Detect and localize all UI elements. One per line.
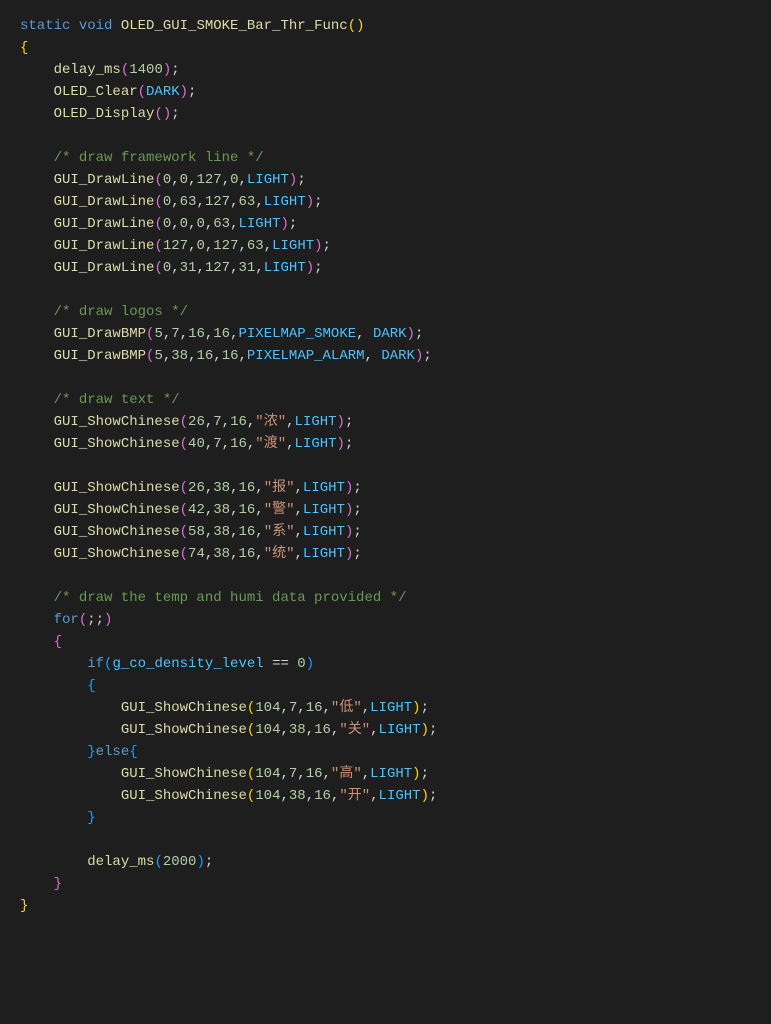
const-light: LIGHT [247, 172, 289, 188]
call-drawbmp: GUI_DrawBMP [54, 326, 146, 342]
call-showchinese: GUI_ShowChinese [121, 788, 247, 804]
literal-zero: 0 [297, 656, 305, 672]
code-block: static void OLED_GUI_SMOKE_Bar_Thr_Func(… [20, 15, 751, 917]
call-showchinese: GUI_ShowChinese [121, 766, 247, 782]
call-showchinese: GUI_ShowChinese [54, 524, 180, 540]
const-pixelmap-alarm: PIXELMAP_ALARM [247, 348, 365, 364]
call-showchinese: GUI_ShowChinese [54, 546, 180, 562]
const-pixelmap-smoke: PIXELMAP_SMOKE [239, 326, 357, 342]
call-showchinese: GUI_ShowChinese [54, 502, 180, 518]
call-delay-ms: delay_ms [54, 62, 121, 78]
string-literal: "开" [339, 788, 370, 804]
keyword-if: if [87, 656, 104, 672]
call-showchinese: GUI_ShowChinese [121, 722, 247, 738]
call-delay-ms: delay_ms [87, 854, 154, 870]
function-name: OLED_GUI_SMOKE_Bar_Thr_Func [121, 18, 348, 34]
args: 0 [163, 172, 171, 188]
const-dark: DARK [146, 84, 180, 100]
variable: g_co_density_level [112, 656, 263, 672]
literal: 1400 [129, 62, 163, 78]
call-showchinese: GUI_ShowChinese [54, 436, 180, 452]
call-showchinese: GUI_ShowChinese [54, 480, 180, 496]
call-drawline: GUI_DrawLine [54, 216, 155, 232]
string-literal: "浓" [255, 414, 286, 430]
string-literal: "报" [264, 480, 295, 496]
keyword-for: for [54, 612, 79, 628]
string-literal: "警" [264, 502, 295, 518]
call-oled-clear: OLED_Clear [54, 84, 138, 100]
comment: /* draw logos */ [54, 304, 188, 320]
literal: 2000 [163, 854, 197, 870]
keyword-void: void [79, 18, 113, 34]
call-drawline: GUI_DrawLine [54, 260, 155, 276]
call-showchinese: GUI_ShowChinese [121, 700, 247, 716]
string-literal: "高" [331, 766, 362, 782]
keyword-else: else [96, 744, 130, 760]
comment: /* draw text */ [54, 392, 180, 408]
string-literal: "渡" [255, 436, 286, 452]
comment: /* draw the temp and humi data provided … [54, 590, 407, 606]
string-literal: "关" [339, 722, 370, 738]
call-drawline: GUI_DrawLine [54, 238, 155, 254]
call-oled-display: OLED_Display [54, 106, 155, 122]
call-drawline: GUI_DrawLine [54, 172, 155, 188]
string-literal: "系" [264, 524, 295, 540]
comment: /* draw framework line */ [54, 150, 264, 166]
open-brace: { [20, 40, 28, 56]
string-literal: "统" [264, 546, 295, 562]
call-showchinese: GUI_ShowChinese [54, 414, 180, 430]
call-drawbmp: GUI_DrawBMP [54, 348, 146, 364]
keyword-static: static [20, 18, 70, 34]
call-drawline: GUI_DrawLine [54, 194, 155, 210]
string-literal: "低" [331, 700, 362, 716]
